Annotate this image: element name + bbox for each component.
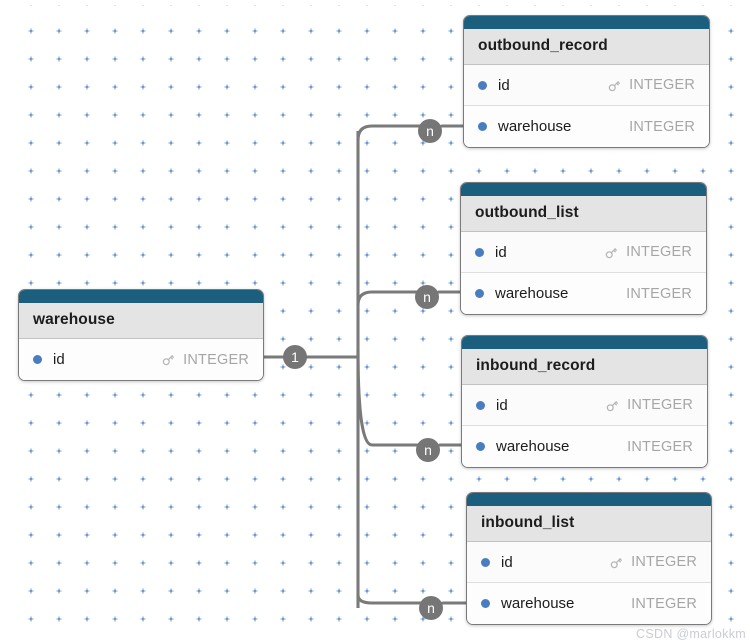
table-header-bar xyxy=(461,183,706,196)
column-dot-icon xyxy=(481,599,490,608)
field-meta: INTEGER xyxy=(607,119,695,135)
field-meta: INTEGER xyxy=(609,596,697,612)
column-dot-icon xyxy=(476,442,485,451)
field-type: INTEGER xyxy=(629,118,695,135)
column-dot-icon xyxy=(481,557,490,567)
field-row-outbound_list-warehouse[interactable]: warehouse INTEGER xyxy=(461,273,706,314)
field-name: warehouse xyxy=(496,438,570,455)
badge-n-inbound-list[interactable]: n xyxy=(419,596,443,620)
primary-key-icon xyxy=(610,557,623,568)
table-header-bar xyxy=(19,290,263,303)
table-node-inbound_record[interactable]: inbound_recordid INTEGER warehouse INTEGER xyxy=(461,335,708,468)
table-title-warehouse: warehouse xyxy=(19,303,263,339)
primary-key-icon xyxy=(608,80,621,91)
table-title-inbound_list: inbound_list xyxy=(467,506,711,542)
badge-n-outbound-record[interactable]: n xyxy=(418,119,442,143)
table-title-outbound_list: outbound_list xyxy=(461,196,706,232)
field-name: warehouse xyxy=(501,595,575,612)
primary-key-icon xyxy=(162,355,175,366)
field-name: warehouse xyxy=(495,285,569,302)
table-node-warehouse[interactable]: warehouse id INTEGER xyxy=(18,289,264,381)
field-type: INTEGER xyxy=(627,397,693,413)
table-node-inbound_list[interactable]: inbound_listid INTEGER warehouse INTEGER xyxy=(466,492,712,625)
field-type: INTEGER xyxy=(629,77,695,93)
table-title-inbound_record: inbound_record xyxy=(462,349,707,385)
field-meta: INTEGER xyxy=(605,397,693,413)
badge-one[interactable]: 1 xyxy=(283,345,307,369)
edge-to-inbound-record xyxy=(356,348,430,447)
field-row-outbound_list-id[interactable]: id INTEGER xyxy=(461,232,706,273)
badge-n-outbound-list[interactable]: n xyxy=(415,285,439,309)
field-row-inbound_record-warehouse[interactable]: warehouse INTEGER xyxy=(462,426,707,467)
er-diagram-canvas[interactable]: warehouse id INTEGER outbound_recordid INTEG… xyxy=(0,0,750,644)
primary-key-icon xyxy=(606,400,619,411)
table-header-bar xyxy=(467,493,711,506)
field-name: id xyxy=(496,396,508,414)
field-type: INTEGER xyxy=(627,438,693,455)
table-header-bar xyxy=(464,16,709,29)
column-dot-icon xyxy=(33,355,42,364)
field-type: INTEGER xyxy=(631,554,697,570)
column-dot-icon xyxy=(478,122,487,131)
table-header-bar xyxy=(462,336,707,349)
field-name: id xyxy=(501,553,513,571)
badge-n-inbound-record[interactable]: n xyxy=(416,438,440,462)
field-row-inbound_list-warehouse[interactable]: warehouse INTEGER xyxy=(467,583,711,624)
field-row-outbound_record-id[interactable]: id INTEGER xyxy=(464,65,709,106)
watermark: CSDN @marlokkm xyxy=(636,627,746,641)
field-row-warehouse-id[interactable]: id INTEGER xyxy=(19,339,263,380)
field-meta: INTEGER xyxy=(609,554,697,570)
field-meta: INTEGER xyxy=(161,352,249,368)
table-node-outbound_list[interactable]: outbound_listid INTEGER warehouse INTEGER xyxy=(460,182,707,315)
field-name: id xyxy=(53,351,65,368)
field-meta: INTEGER xyxy=(607,77,695,93)
field-meta: INTEGER xyxy=(604,244,692,260)
column-dot-icon xyxy=(478,80,487,90)
field-name: id xyxy=(498,76,510,94)
field-name: warehouse xyxy=(498,118,572,135)
table-title-outbound_record: outbound_record xyxy=(464,29,709,65)
field-type: INTEGER xyxy=(631,595,697,612)
field-type: INTEGER xyxy=(626,244,692,260)
field-row-outbound_record-warehouse[interactable]: warehouse INTEGER xyxy=(464,106,709,147)
primary-key-icon xyxy=(605,247,618,258)
field-name: id xyxy=(495,243,507,261)
field-type: INTEGER xyxy=(183,351,249,368)
field-type: INTEGER xyxy=(626,285,692,302)
column-dot-icon xyxy=(476,400,485,410)
field-meta: INTEGER xyxy=(604,286,692,302)
field-row-inbound_record-id[interactable]: id INTEGER xyxy=(462,385,707,426)
field-row-inbound_list-id[interactable]: id INTEGER xyxy=(467,542,711,583)
column-dot-icon xyxy=(475,289,484,298)
column-dot-icon xyxy=(475,247,484,257)
table-node-outbound_record[interactable]: outbound_recordid INTEGER warehouse INTEGER xyxy=(463,15,710,148)
field-meta: INTEGER xyxy=(605,439,693,455)
